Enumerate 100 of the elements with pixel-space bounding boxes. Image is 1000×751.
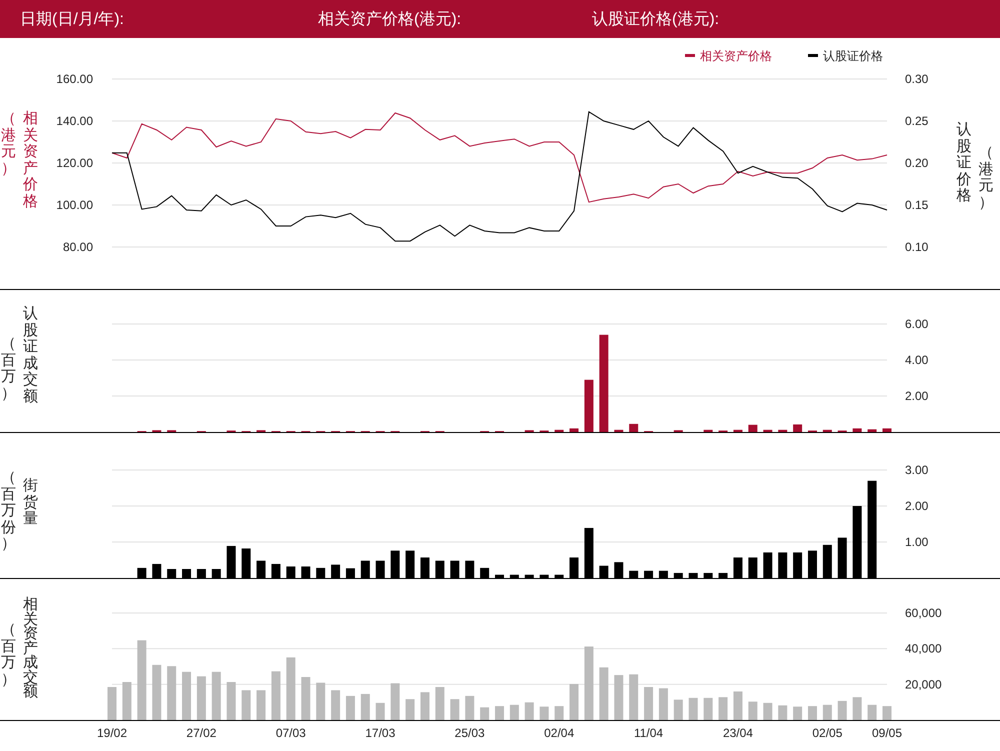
bar bbox=[108, 687, 117, 720]
bar bbox=[853, 428, 862, 432]
bar bbox=[630, 674, 639, 720]
bar bbox=[853, 697, 862, 720]
bar bbox=[794, 706, 803, 720]
axis-label: 07/03 bbox=[276, 726, 306, 740]
bar bbox=[794, 424, 803, 432]
axis-label: 02/05 bbox=[812, 726, 843, 740]
bar bbox=[450, 699, 460, 720]
legend-label: 认股证价格 bbox=[823, 49, 884, 63]
bar bbox=[376, 702, 386, 720]
bar bbox=[778, 705, 788, 720]
bar bbox=[614, 430, 624, 432]
bar bbox=[480, 707, 490, 720]
axis-label: 1.00 bbox=[905, 535, 929, 549]
axis-label: 0.10 bbox=[905, 240, 929, 254]
bar bbox=[689, 698, 698, 720]
bar bbox=[168, 666, 177, 720]
axis-unit: （百万） bbox=[1, 336, 16, 402]
bar bbox=[778, 430, 788, 432]
bar bbox=[152, 664, 162, 720]
bar bbox=[555, 430, 564, 432]
header-label: 相关资产价格(港元): bbox=[318, 10, 462, 30]
axis-label: 20,000 bbox=[905, 677, 942, 692]
axis-label: 11/04 bbox=[634, 726, 664, 740]
axis-label: 0.20 bbox=[905, 156, 929, 170]
bar bbox=[764, 702, 773, 720]
bar bbox=[555, 706, 564, 720]
axis-label: 60,000 bbox=[905, 606, 942, 620]
axis-unit: （百万份） bbox=[1, 470, 16, 552]
axis-label: 23/04 bbox=[723, 726, 754, 740]
bar bbox=[868, 704, 878, 720]
axis-label: 17/03 bbox=[366, 726, 396, 740]
axis-label: 09/05 bbox=[872, 726, 902, 740]
bar bbox=[600, 667, 609, 720]
axis-label: 2.00 bbox=[905, 389, 929, 403]
bar bbox=[748, 702, 758, 720]
bar bbox=[272, 671, 281, 720]
bar bbox=[510, 704, 520, 720]
bar bbox=[882, 428, 892, 432]
axis-label: 120.00 bbox=[56, 156, 94, 170]
axis-label: 0.30 bbox=[905, 72, 929, 86]
axis-title: 街货量 bbox=[23, 478, 38, 528]
axis-title: 相关资产成交额 bbox=[23, 598, 38, 700]
bar bbox=[614, 675, 624, 720]
axis-unit: （百万） bbox=[1, 622, 16, 688]
bar bbox=[808, 706, 818, 720]
bar bbox=[704, 698, 714, 720]
bar bbox=[630, 424, 639, 432]
header-label: 日期(日/月/年): bbox=[20, 10, 124, 30]
bar bbox=[838, 700, 848, 720]
bar bbox=[644, 687, 654, 720]
axis-label: 2.00 bbox=[905, 499, 929, 513]
bar bbox=[316, 682, 326, 720]
bar bbox=[823, 704, 832, 720]
bar bbox=[436, 687, 445, 720]
axis-label: 100.00 bbox=[56, 198, 94, 212]
axis-label: 80.00 bbox=[63, 240, 94, 254]
bar bbox=[570, 428, 579, 432]
axis-label: 02/04 bbox=[544, 726, 575, 740]
axis-label: 0.25 bbox=[905, 114, 929, 128]
bar bbox=[525, 702, 534, 720]
bar bbox=[182, 672, 192, 720]
bar bbox=[868, 429, 878, 432]
bar bbox=[361, 694, 370, 720]
axis-label: 140.00 bbox=[56, 114, 94, 128]
bar bbox=[302, 677, 311, 720]
bar bbox=[734, 430, 743, 432]
bar bbox=[406, 699, 416, 720]
bar bbox=[286, 657, 296, 720]
axis-title: 相关资产价格 bbox=[23, 111, 38, 210]
axis-label: 0.15 bbox=[905, 198, 929, 212]
bar bbox=[674, 700, 684, 720]
bar bbox=[734, 691, 743, 720]
axis-label: 27/02 bbox=[186, 726, 217, 740]
bar bbox=[332, 690, 341, 720]
axis-unit: （港元） bbox=[1, 111, 16, 177]
bar bbox=[659, 688, 668, 720]
axis-unit: （港元） bbox=[978, 145, 994, 211]
bar bbox=[122, 682, 132, 720]
axis-label: 40,000 bbox=[905, 642, 942, 656]
axis-label: 6.00 bbox=[905, 317, 929, 331]
axis-label: 4.00 bbox=[905, 353, 929, 367]
bar bbox=[212, 672, 222, 720]
header-label: 认股证价格(港元): bbox=[592, 10, 720, 30]
bar bbox=[466, 696, 475, 720]
axis-label: 25/03 bbox=[455, 726, 486, 740]
bar bbox=[346, 696, 356, 720]
bar bbox=[719, 697, 728, 720]
legend-label: 相关资产价格 bbox=[700, 49, 772, 63]
bar bbox=[704, 430, 714, 432]
bar bbox=[197, 676, 206, 720]
bar bbox=[242, 690, 252, 720]
bar bbox=[540, 706, 550, 720]
axis-label: 160.00 bbox=[56, 72, 94, 86]
axis-title: 认股证成交额 bbox=[23, 306, 38, 405]
axis-title: 认股证价格 bbox=[956, 122, 972, 204]
bar bbox=[495, 706, 504, 720]
bar bbox=[257, 690, 266, 720]
bar bbox=[823, 430, 832, 432]
